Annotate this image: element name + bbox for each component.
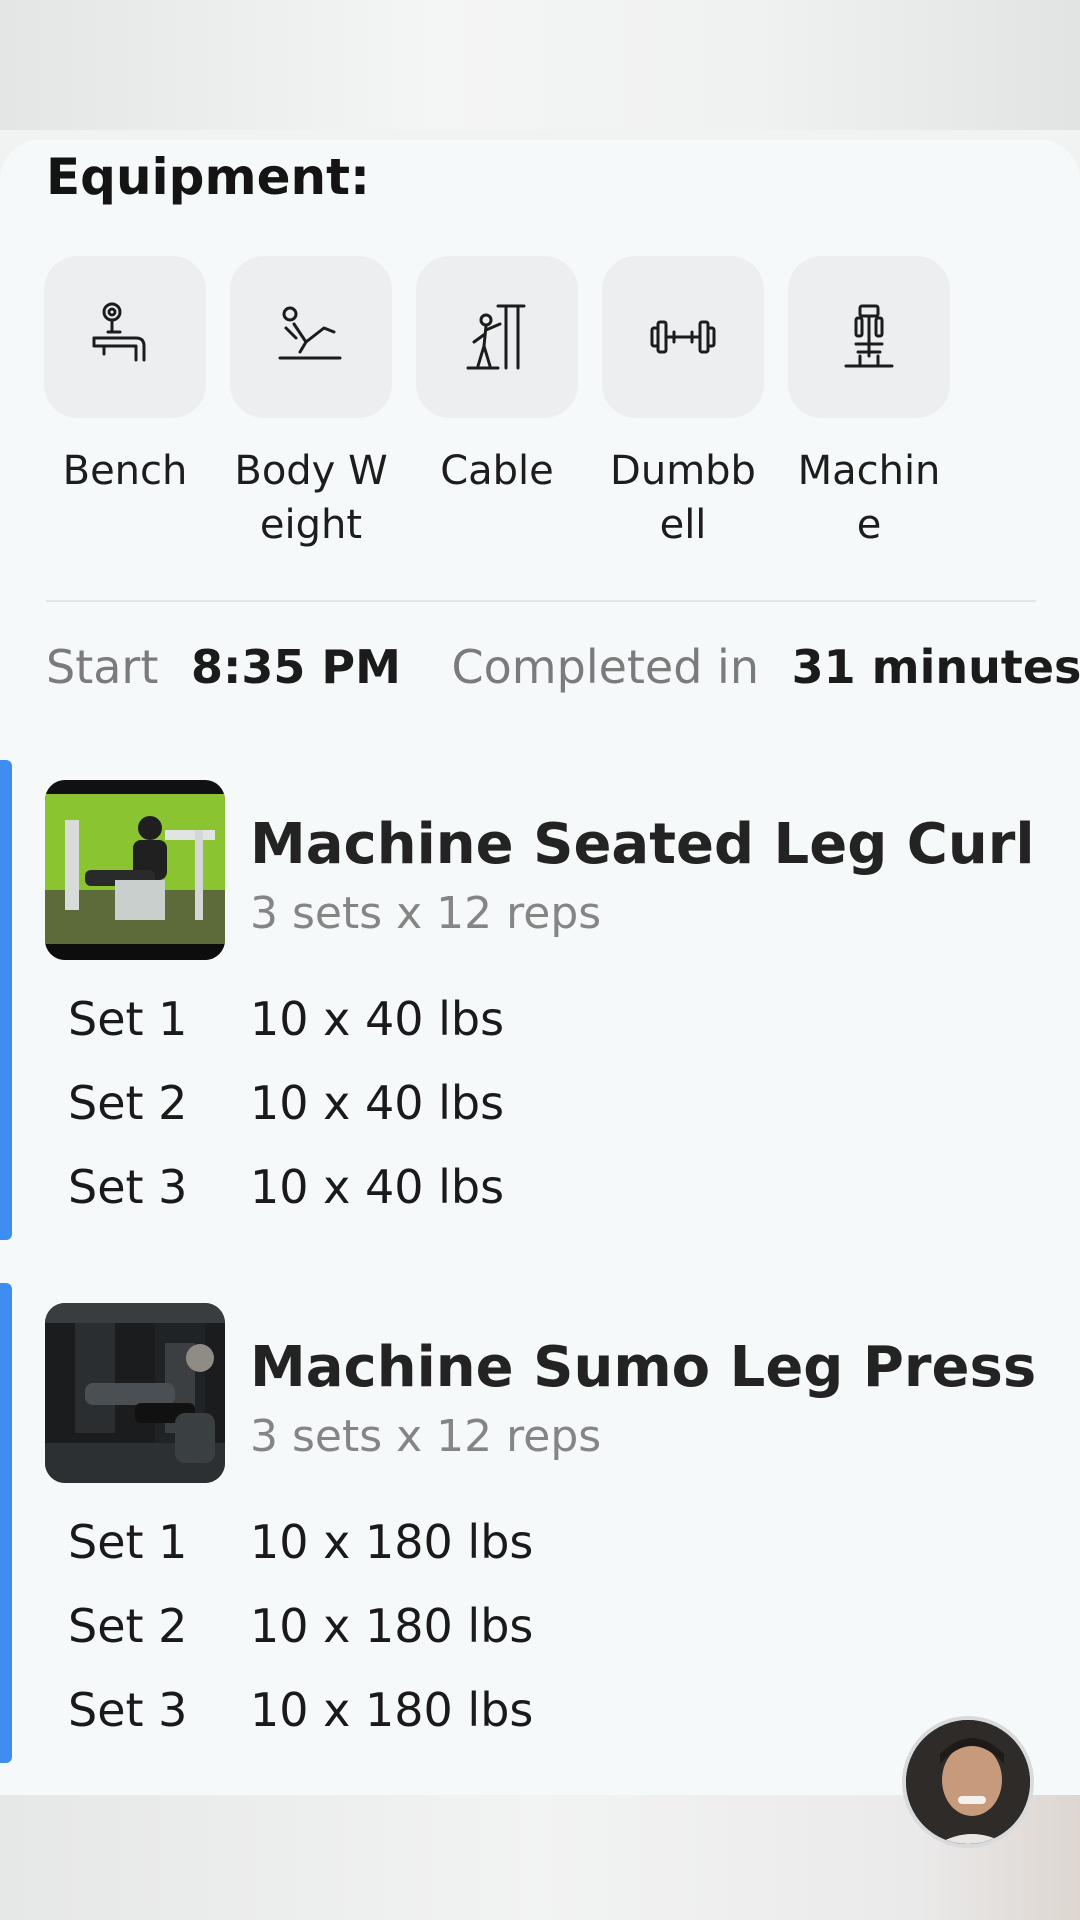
set-row: Set 2 10 x 180 lbs: [68, 1599, 533, 1653]
set-value: 10 x 180 lbs: [250, 1599, 534, 1653]
exercise-plan: 3 sets x 12 reps: [250, 888, 602, 939]
set-row: Set 3 10 x 180 lbs: [68, 1683, 533, 1737]
set-label: Set 2: [68, 1076, 188, 1130]
machine-icon: [844, 304, 894, 368]
equipment-label: Machine: [797, 448, 941, 548]
set-label: Set 2: [68, 1599, 188, 1653]
equipment-label: Cable: [440, 448, 554, 494]
user-avatar[interactable]: [902, 1716, 1034, 1848]
set-value: 10 x 180 lbs: [250, 1683, 534, 1737]
exercise-thumbnail: [45, 780, 225, 960]
set-row: Set 1 10 x 40 lbs: [68, 992, 504, 1046]
exercise-card[interactable]: Machine Sumo Leg Press 3 sets x 12 reps …: [0, 1283, 1080, 1763]
set-row: Set 3 10 x 40 lbs: [68, 1160, 504, 1214]
accent-bar: [0, 760, 12, 1240]
set-value: 10 x 40 lbs: [250, 992, 505, 1046]
equipment-item-dumbbell[interactable]: Dumbbell: [602, 256, 764, 552]
completed-label: Completed in: [451, 640, 759, 694]
body-weight-icon: [278, 306, 342, 360]
start-time: 8:35 PM: [191, 640, 401, 694]
equipment-item-bench[interactable]: Bench: [44, 256, 206, 498]
background-top: [0, 0, 1080, 130]
equipment-item-body-weight[interactable]: Body Weight: [230, 256, 392, 552]
set-value: 10 x 40 lbs: [250, 1076, 505, 1130]
set-row: Set 1 10 x 180 lbs: [68, 1515, 533, 1569]
set-label: Set 3: [68, 1160, 188, 1214]
exercise-thumbnail: [45, 1303, 225, 1483]
duration: 31 minutes: [791, 640, 1080, 694]
exercise-card[interactable]: Machine Seated Leg Curl 3 sets x 12 reps…: [0, 760, 1080, 1240]
exercise-name: Machine Seated Leg Curl: [250, 812, 1035, 877]
dumbbell-icon: [650, 320, 716, 354]
workout-detail-card: Equipment: Bench Body Weight Cable Dumbb…: [0, 140, 1080, 1795]
exercise-plan: 3 sets x 12 reps: [250, 1411, 602, 1462]
set-value: 10 x 180 lbs: [250, 1515, 534, 1569]
set-label: Set 1: [68, 1515, 188, 1569]
bench-icon: [92, 302, 146, 362]
set-label: Set 3: [68, 1683, 188, 1737]
equipment-item-cable[interactable]: Cable: [416, 256, 578, 498]
equipment-item-machine[interactable]: Machine: [788, 256, 950, 552]
start-label: Start: [46, 640, 159, 694]
set-label: Set 1: [68, 992, 188, 1046]
equipment-label: Body Weight: [234, 448, 388, 548]
equipment-label: Dumbbell: [610, 448, 756, 548]
equipment-title: Equipment:: [46, 148, 370, 206]
accent-bar: [0, 1283, 12, 1763]
set-row: Set 2 10 x 40 lbs: [68, 1076, 504, 1130]
cable-icon: [466, 304, 526, 370]
exercise-name: Machine Sumo Leg Press: [250, 1335, 1037, 1400]
equipment-label: Bench: [62, 448, 188, 494]
set-value: 10 x 40 lbs: [250, 1160, 505, 1214]
divider: [46, 600, 1036, 602]
equipment-list: Bench Body Weight Cable Dumbbell Machine: [44, 256, 994, 576]
workout-summary: Start 8:35 PM Completed in 31 minutes: [46, 640, 1080, 694]
